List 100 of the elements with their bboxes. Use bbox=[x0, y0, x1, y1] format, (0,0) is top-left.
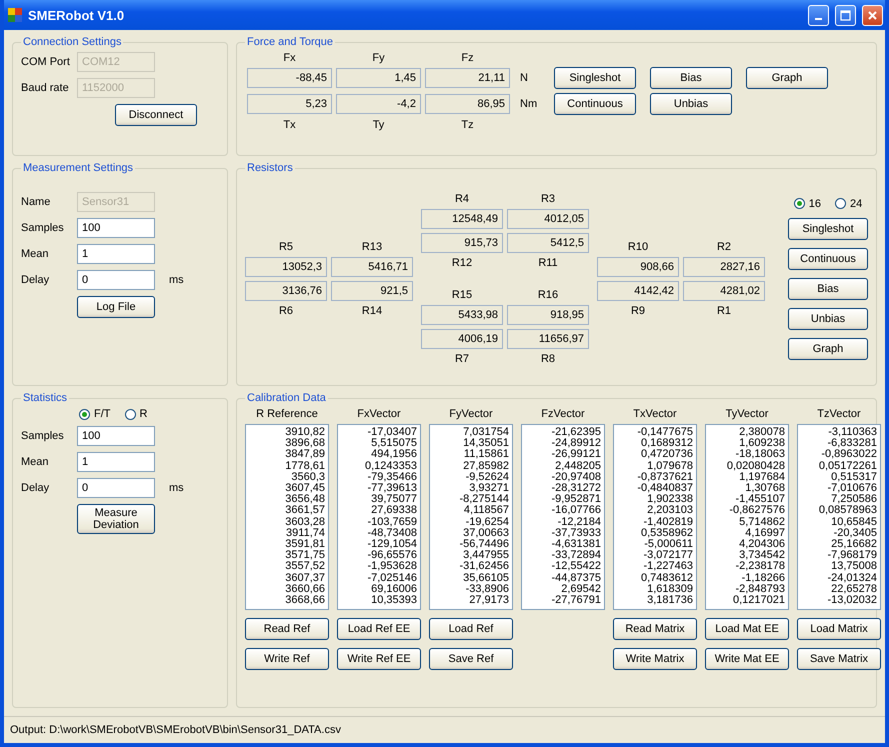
text-field[interactable]: 1 bbox=[77, 244, 155, 264]
text-field[interactable]: 1 bbox=[77, 452, 155, 472]
list-item: 1,618309 bbox=[647, 584, 693, 595]
action-button[interactable]: Load Ref bbox=[429, 618, 513, 640]
list-item: -19,6254 bbox=[466, 516, 509, 528]
list-item: -129,1054 bbox=[367, 539, 417, 550]
list-item: -8,275144 bbox=[459, 494, 509, 506]
action-button[interactable]: Load Ref EE bbox=[337, 618, 421, 640]
resistor-label: R13 bbox=[360, 240, 384, 252]
text-field[interactable]: 0 bbox=[77, 270, 155, 290]
list-item: 14,35051 bbox=[463, 438, 509, 450]
list-item: 3,93271 bbox=[469, 483, 509, 494]
action-button[interactable]: Read Matrix bbox=[613, 618, 697, 640]
list-item: 10,35393 bbox=[371, 595, 417, 606]
action-button[interactable]: Write Matrix bbox=[613, 648, 697, 670]
value-field: 5412,5 bbox=[507, 232, 589, 252]
text-field[interactable]: 0 bbox=[77, 478, 155, 498]
maximize-button[interactable] bbox=[835, 4, 856, 26]
value-field: 4006,19 bbox=[421, 328, 503, 348]
list-item: 3607,45 bbox=[285, 483, 325, 494]
action-button[interactable]: Continuous bbox=[788, 248, 868, 270]
action-button[interactable]: Bias bbox=[788, 278, 868, 300]
list-item: 0,4720736 bbox=[641, 449, 693, 461]
action-button[interactable]: Save Ref bbox=[429, 648, 513, 670]
value-field: 21,11 bbox=[425, 68, 510, 88]
list-item: 3896,68 bbox=[285, 438, 325, 450]
action-button[interactable]: Save Matrix bbox=[797, 648, 881, 670]
list-item: -20,97408 bbox=[551, 472, 601, 483]
value-list[interactable]: 3910,82 3896,68 3847,89 1778,61 3560,3 3607,45 3656,48 3661,57 3603,28 3911,74 3591,81 3571,75 3557,52 3607,37 3660,66 3668,66 bbox=[245, 424, 329, 610]
list-item: -1,18266 bbox=[742, 572, 785, 584]
action-button[interactable]: Load Mat EE bbox=[705, 618, 789, 640]
value-list[interactable]: -17,03407 5,515075 494,1956 0,1243353 -79,35466 -77,39613 39,75077 27,69338 -103,7659 -48,73408 -129,1054 -96,65576 -1,953628 -7,025146 69,16006 10,35393 bbox=[337, 424, 421, 610]
action-button[interactable]: Graph bbox=[746, 67, 828, 89]
value-field: 5433,98 bbox=[421, 304, 503, 324]
action-button[interactable]: Singleshot bbox=[788, 218, 868, 240]
list-item: 4,204306 bbox=[739, 539, 785, 550]
disconnect-button[interactable]: Disconnect bbox=[115, 104, 197, 126]
column-header: FzVector bbox=[540, 408, 586, 420]
unit-label: ms bbox=[169, 482, 184, 494]
app-icon bbox=[8, 8, 22, 22]
log-file-button[interactable]: Log File bbox=[77, 296, 155, 318]
value-field: -88,45 bbox=[247, 68, 332, 88]
list-item: 3660,66 bbox=[285, 584, 325, 595]
group-title: Force and Torque bbox=[246, 36, 334, 48]
list-item: 3571,75 bbox=[285, 550, 325, 562]
resistor-label: R12 bbox=[450, 256, 474, 268]
list-item: -20,3405 bbox=[834, 528, 877, 539]
column-header: TzVector bbox=[816, 408, 862, 420]
action-button[interactable]: Unbias bbox=[650, 93, 732, 115]
axis-label: Fy bbox=[371, 52, 386, 64]
list-item: 2,203103 bbox=[647, 505, 693, 517]
list-item: -79,35466 bbox=[367, 472, 417, 483]
unit-label: Nm bbox=[519, 98, 538, 110]
value-list[interactable]: -3,110363 -6,833281 -0,8963022 0,05172261 0,515317 -7,010676 7,250586 0,08578963 10,65845 -20,3405 25,16682 -7,968179 13,75008 -24,01324 22,65278 -13,02032 bbox=[797, 424, 881, 610]
close-button[interactable] bbox=[862, 4, 883, 26]
axis-label: Ty bbox=[372, 119, 386, 131]
action-button[interactable]: Singleshot bbox=[554, 67, 636, 89]
text-field[interactable]: 100 bbox=[77, 218, 155, 238]
value-list[interactable]: 2,380078 1,609238 -18,18063 0,02080428 1,197684 1,30768 -1,455107 -0,8627576 5,714862 4,16997 4,204306 3,734542 -2,238178 -1,18266 -2,848793 0,1217021 bbox=[705, 424, 789, 610]
resistor-label: R3 bbox=[540, 192, 556, 204]
action-button[interactable]: Write Ref bbox=[245, 648, 329, 670]
value-list[interactable]: 7,031754 14,35051 11,15861 27,85982 -9,52624 3,93271 -8,275144 4,118567 -19,6254 37,00663 -56,74496 3,447955 -31,62456 35,66105 -33,8906 27,9173 bbox=[429, 424, 513, 610]
minimize-button[interactable] bbox=[808, 4, 829, 26]
value-field: 921,5 bbox=[331, 280, 413, 300]
list-item: 3,181736 bbox=[647, 595, 693, 606]
action-button[interactable]: Write Mat EE bbox=[705, 648, 789, 670]
text-field[interactable]: 100 bbox=[77, 426, 155, 446]
radio-button[interactable]: R bbox=[124, 408, 148, 420]
list-item: 0,7483612 bbox=[641, 572, 693, 584]
list-item: 3,447955 bbox=[463, 550, 509, 562]
list-item: -24,89912 bbox=[551, 438, 601, 450]
action-button[interactable]: Continuous bbox=[554, 93, 636, 115]
group-title: Measurement Settings bbox=[22, 162, 134, 174]
action-button[interactable]: Write Ref EE bbox=[337, 648, 421, 670]
action-button[interactable]: Graph bbox=[788, 338, 868, 360]
list-item: 27,9173 bbox=[469, 595, 509, 606]
list-item: 3560,3 bbox=[291, 472, 325, 483]
value-list[interactable]: -21,62395 -24,89912 -26,99121 2,448205 -20,97408 -28,31272 -9,952871 -16,07766 -12,2184 -37,73933 -4,631381 -33,72894 -12,55422 -44,87375 2,69542 -27,76791 bbox=[521, 424, 605, 610]
action-button[interactable]: Load Matrix bbox=[797, 618, 881, 640]
value-field: 5416,71 bbox=[331, 256, 413, 276]
list-item: 69,16006 bbox=[371, 584, 417, 595]
value-list[interactable]: -0,1477675 0,1689312 0,4720736 1,079678 -0,8737621 -0,4840837 1,902338 2,203103 -1,402819 0,5358962 -5,000611 -3,072177 -1,227463 0,7483612 1,618309 3,181736 bbox=[613, 424, 697, 610]
value-field: 2827,16 bbox=[683, 256, 765, 276]
action-button[interactable]: Read Ref bbox=[245, 618, 329, 640]
axis-label: Fx bbox=[282, 52, 297, 64]
measure-deviation-button[interactable]: Measure Deviation bbox=[77, 504, 155, 534]
radio-button[interactable]: F/T bbox=[79, 408, 110, 420]
list-item: -33,72894 bbox=[551, 550, 601, 562]
value-field: 12548,49 bbox=[421, 208, 503, 228]
list-item: 3847,89 bbox=[285, 449, 325, 461]
list-item: 3,734542 bbox=[739, 550, 785, 562]
group-title: Statistics bbox=[22, 392, 68, 404]
action-button[interactable]: Unbias bbox=[788, 308, 868, 330]
list-item: 0,1243353 bbox=[365, 460, 417, 472]
window-title: SMERobot V1.0 bbox=[28, 8, 126, 22]
radio-button[interactable]: 16 bbox=[794, 198, 821, 210]
radio-button[interactable]: 24 bbox=[835, 198, 862, 210]
list-item: -21,62395 bbox=[551, 427, 601, 438]
list-item: -27,76791 bbox=[551, 595, 601, 606]
action-button[interactable]: Bias bbox=[650, 67, 732, 89]
